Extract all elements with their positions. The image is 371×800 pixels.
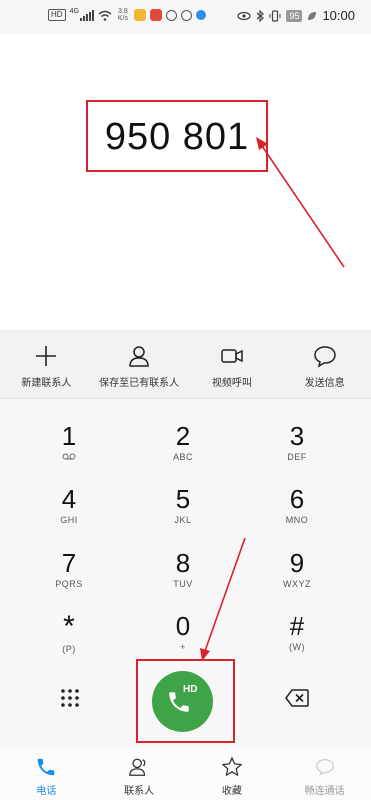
status-bar-left: HD 4G 3.8 K/s: [48, 8, 206, 22]
vibrate-icon: [269, 9, 281, 22]
key-digit: 5: [175, 484, 191, 514]
video-call-label: 视频呼叫: [211, 378, 252, 389]
tab-contacts[interactable]: 联系人: [93, 748, 186, 800]
key-letters: (P): [62, 644, 76, 654]
key-digit: 6: [289, 484, 305, 514]
key-6[interactable]: 6 MNO: [247, 485, 347, 547]
send-message-button[interactable]: 发送信息: [278, 330, 371, 398]
key-digit: 7: [61, 548, 77, 578]
leaf-icon: [308, 11, 317, 20]
key-star[interactable]: * (P): [19, 612, 119, 674]
status-time: 10:00: [322, 8, 355, 23]
send-message-label: 发送信息: [304, 378, 345, 389]
sync-notification-icon: [165, 9, 177, 21]
battery-level: 95: [286, 9, 303, 22]
mail-notification-icon: [133, 9, 146, 21]
tab-phone-label: 电话: [36, 786, 57, 797]
key-4[interactable]: 4 GHI: [19, 485, 119, 547]
person-icon: [129, 346, 149, 367]
key-digit: 1: [61, 421, 77, 451]
status-bar: HD 4G 3.8 K/s 95 10:00: [0, 0, 371, 34]
new-contact-label: 新建联系人: [21, 378, 72, 389]
eye-comfort-icon: [237, 11, 252, 20]
assistant-notification-icon: [180, 9, 192, 21]
key-1[interactable]: 1: [19, 422, 119, 484]
key-digit: 8: [175, 548, 191, 578]
hide-keypad-icon[interactable]: [60, 688, 80, 708]
key-8[interactable]: 8 TUV: [133, 549, 233, 611]
wifi-icon: [98, 10, 112, 21]
contacts-icon: [129, 758, 146, 776]
key-digit: 2: [175, 421, 191, 451]
key-letters: PQRS: [55, 579, 83, 589]
key-letters: (W): [289, 642, 305, 652]
chat-call-icon: [315, 759, 334, 776]
video-camera-icon: [221, 349, 243, 363]
key-letters: JKL: [174, 515, 192, 525]
hd-call-button[interactable]: HD: [152, 671, 213, 732]
phone-icon: [38, 758, 55, 776]
key-letters: WXYZ: [283, 579, 311, 589]
network-speed: 3.8 K/s: [116, 8, 130, 22]
key-7[interactable]: 7 PQRS: [19, 549, 119, 611]
key-digit: 3: [289, 421, 305, 451]
network-type-label: 4G: [69, 7, 79, 15]
signal-icon: [79, 9, 94, 21]
app-notification-icon: [149, 9, 162, 21]
save-to-existing-contact-button[interactable]: 保存至已有联系人: [93, 330, 186, 398]
key-digit: #: [289, 611, 305, 641]
key-5[interactable]: 5 JKL: [133, 485, 233, 547]
message-bubble-icon: [313, 346, 336, 368]
key-letters: GHI: [60, 515, 78, 525]
key-3[interactable]: 3 DEF: [247, 422, 347, 484]
star-icon: [222, 757, 242, 776]
key-digit: 9: [289, 548, 305, 578]
speed-unit: K/s: [117, 15, 128, 22]
browser-notification-icon: [195, 10, 206, 20]
voicemail-icon: [62, 453, 76, 460]
dialed-number[interactable]: 950 801: [88, 116, 266, 159]
tab-favorites-label: 收藏: [221, 786, 242, 797]
key-hash[interactable]: # (W): [247, 612, 347, 674]
key-letters: MNO: [285, 515, 309, 525]
key-digit: 4: [61, 484, 77, 514]
bluetooth-icon: [257, 9, 265, 22]
speed-value: 3.8: [118, 8, 128, 15]
tab-favorites[interactable]: 收藏: [186, 748, 279, 800]
key-letters: ABC: [172, 452, 193, 462]
number-display-area: 950 801: [0, 34, 371, 330]
number-highlight-box: 950 801: [86, 100, 268, 172]
key-2[interactable]: 2 ABC: [133, 422, 233, 484]
dialer-actions-row: 新建联系人 保存至已有联系人 视频呼叫 发送信息: [0, 330, 371, 399]
status-bar-right: 95 10:00: [237, 8, 355, 23]
key-letters: +: [180, 642, 186, 652]
key-letters: TUV: [173, 579, 193, 589]
key-letters: DEF: [287, 452, 307, 462]
hd-voice-badge: HD: [48, 9, 66, 21]
save-to-existing-contact-label: 保存至已有联系人: [99, 378, 180, 389]
hd-label: HD: [183, 684, 198, 695]
tab-meetime[interactable]: 畅连通话: [278, 748, 371, 800]
tab-contacts-label: 联系人: [124, 786, 155, 797]
video-call-button[interactable]: 视频呼叫: [186, 330, 279, 398]
bottom-navigation: 电话 联系人 收藏 畅连通话: [0, 748, 371, 800]
key-digit: *: [63, 610, 75, 643]
key-digit: 0: [175, 611, 191, 641]
backspace-icon[interactable]: [285, 689, 309, 707]
plus-icon: [36, 346, 57, 366]
key-9[interactable]: 9 WXYZ: [247, 549, 347, 611]
tab-phone[interactable]: 电话: [0, 748, 93, 800]
new-contact-button[interactable]: 新建联系人: [0, 330, 93, 398]
tab-meetime-label: 畅连通话: [304, 786, 345, 797]
